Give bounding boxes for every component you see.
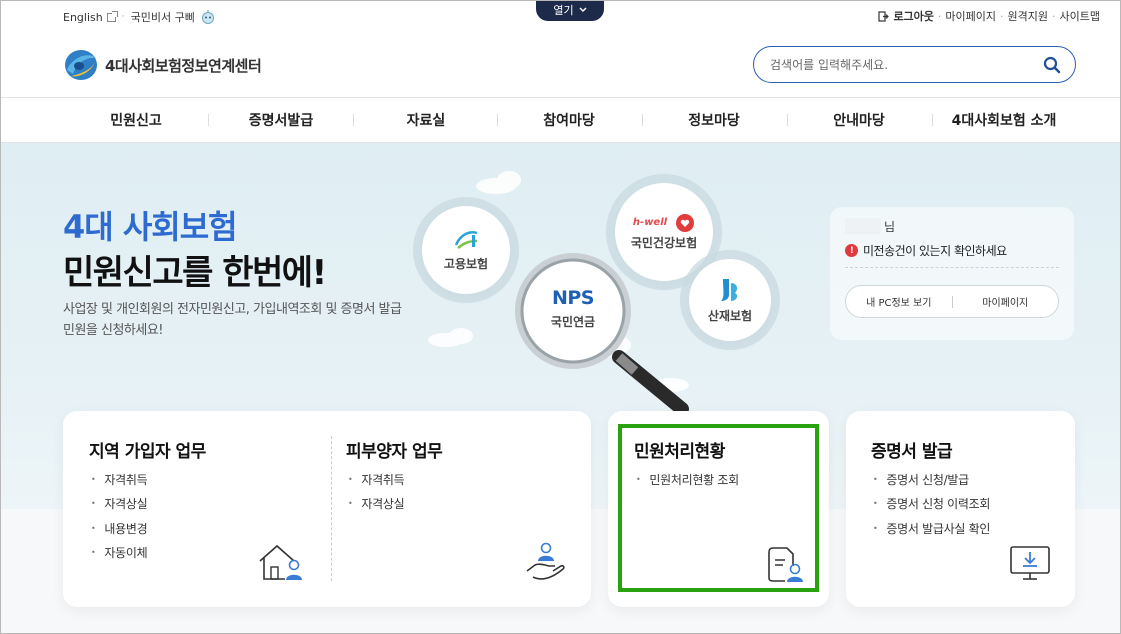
- industrial-insurance-logo-icon: [721, 278, 738, 301]
- list-item[interactable]: 증명서 신청/발급: [873, 467, 990, 492]
- nav-item-guide[interactable]: 안내마당: [811, 98, 907, 142]
- logout-label: 로그아웃: [893, 10, 934, 23]
- list-item[interactable]: 자격취득: [91, 467, 147, 492]
- complaint-status-list: 민원처리현황 조회: [636, 467, 739, 492]
- site-logo[interactable]: 4대사회보험정보연계센터: [63, 48, 262, 82]
- english-link[interactable]: English: [63, 11, 103, 24]
- user-name-suffix: 님: [884, 220, 896, 234]
- logout-link[interactable]: 로그아웃: [878, 8, 934, 24]
- search-icon[interactable]: [1043, 56, 1061, 74]
- search-input[interactable]: [770, 57, 1043, 72]
- logo-emblem-icon: [65, 50, 97, 80]
- unsent-alert-text: 미전송건이 있는지 확인하세요: [863, 244, 1007, 258]
- mypage-link[interactable]: 마이페이지: [945, 8, 996, 24]
- employment-insurance-logo-icon: [454, 230, 478, 249]
- nav-item-complaint[interactable]: 민원신고: [91, 98, 181, 142]
- nav-item-about[interactable]: 4대사회보험 소개: [947, 98, 1061, 142]
- regional-member-list: 자격취득 자격상실 내용변경 자동이체: [91, 467, 147, 565]
- sitemap-link[interactable]: 사이트맵: [1060, 8, 1100, 24]
- nav-item-archive[interactable]: 자료실: [381, 98, 471, 142]
- user-panel: 님 ! 미전송건이 있는지 확인하세요 내 PC정보 보기 마이페이지: [830, 207, 1074, 340]
- magnifier-illustration: [515, 253, 689, 416]
- regional-member-title[interactable]: 지역 가입자 업무: [89, 437, 206, 462]
- industrial-insurance-label: 산재보험: [707, 308, 753, 323]
- my-pc-info-button[interactable]: 내 PC정보 보기: [846, 294, 952, 309]
- nav-item-participation[interactable]: 참여마당: [521, 98, 617, 142]
- industrial-insurance-circle[interactable]: 산재보험: [689, 259, 771, 341]
- util-left: English · 국민비서 구삐: [63, 9, 215, 25]
- user-buttons: 내 PC정보 보기 마이페이지: [845, 285, 1059, 318]
- hand-user-icon: [526, 542, 565, 580]
- nav-item-certificate[interactable]: 증명서발급: [231, 98, 331, 142]
- list-item[interactable]: 자격상실: [348, 492, 404, 517]
- remote-support-link[interactable]: 원격지원: [1008, 8, 1048, 24]
- pension-label: 국민연금: [550, 315, 596, 329]
- list-item[interactable]: 자동이체: [91, 541, 147, 566]
- list-item[interactable]: 자격상실: [91, 492, 147, 517]
- complaint-status-title[interactable]: 민원처리현황: [634, 437, 725, 462]
- user-name-masked: [845, 218, 881, 234]
- list-item[interactable]: 증명서 신청 이력조회: [873, 492, 990, 517]
- heart-icon: [676, 213, 695, 232]
- monitor-download-icon: [1010, 546, 1050, 580]
- pension-brand-text: NPS: [551, 287, 595, 309]
- list-item[interactable]: 자격취득: [348, 467, 404, 492]
- pension-circle[interactable]: NPS 국민연금: [524, 287, 622, 330]
- employment-insurance-circle[interactable]: 고용보험: [422, 206, 510, 294]
- health-brand-text: h-well: [632, 217, 668, 228]
- util-right: 로그아웃 · 마이페이지 · 원격지원 · 사이트맵: [878, 8, 1100, 24]
- house-user-icon: [259, 544, 302, 580]
- hero-title-line2: 민원신고를 한번에!: [63, 253, 327, 293]
- dependent-list: 자격취득 자격상실: [348, 467, 404, 516]
- logo-text: 4대사회보험정보연계센터: [105, 56, 262, 75]
- health-insurance-label: 국민건강보험: [630, 235, 698, 250]
- open-button[interactable]: 열기: [536, 1, 604, 21]
- document-user-icon: [768, 547, 803, 582]
- alert-icon: !: [845, 244, 858, 257]
- main-navigation: 민원신고 증명서발급 자료실 참여마당 정보마당 안내마당 4대사회보험 소개: [1, 97, 1120, 143]
- panel-mypage-button[interactable]: 마이페이지: [953, 294, 1059, 309]
- certificate-list: 증명서 신청/발급 증명서 신청 이력조회 증명서 발급사실 확인: [873, 467, 990, 541]
- robot-icon[interactable]: [201, 10, 215, 24]
- hero-title-line1: 4대 사회보험: [63, 208, 238, 246]
- hero-description: 사업장 및 개인회원의 전자민원신고, 가입내역조회 및 증명서 발급 민원을 …: [63, 302, 402, 338]
- open-button-label: 열기: [553, 4, 574, 17]
- logout-icon: [878, 10, 890, 22]
- employment-insurance-label: 고용보험: [443, 256, 489, 271]
- list-item[interactable]: 민원처리현황 조회: [636, 467, 739, 492]
- unsent-alert[interactable]: ! 미전송건이 있는지 확인하세요: [845, 242, 1007, 259]
- nav-item-information[interactable]: 정보마당: [666, 98, 762, 142]
- list-item[interactable]: 내용변경: [91, 516, 147, 541]
- secretary-link[interactable]: 국민비서 구삐: [131, 9, 195, 25]
- list-item[interactable]: 증명서 발급사실 확인: [873, 516, 990, 541]
- external-link-icon: [106, 10, 118, 22]
- certificate-title[interactable]: 증명서 발급: [871, 437, 953, 462]
- chevron-down-icon: [579, 7, 587, 13]
- search-box: [753, 46, 1076, 83]
- dependent-title[interactable]: 피부양자 업무: [346, 437, 443, 462]
- page: English · 국민비서 구삐 열기 로그아웃 · 마이페이지 · 원격지원…: [0, 0, 1121, 634]
